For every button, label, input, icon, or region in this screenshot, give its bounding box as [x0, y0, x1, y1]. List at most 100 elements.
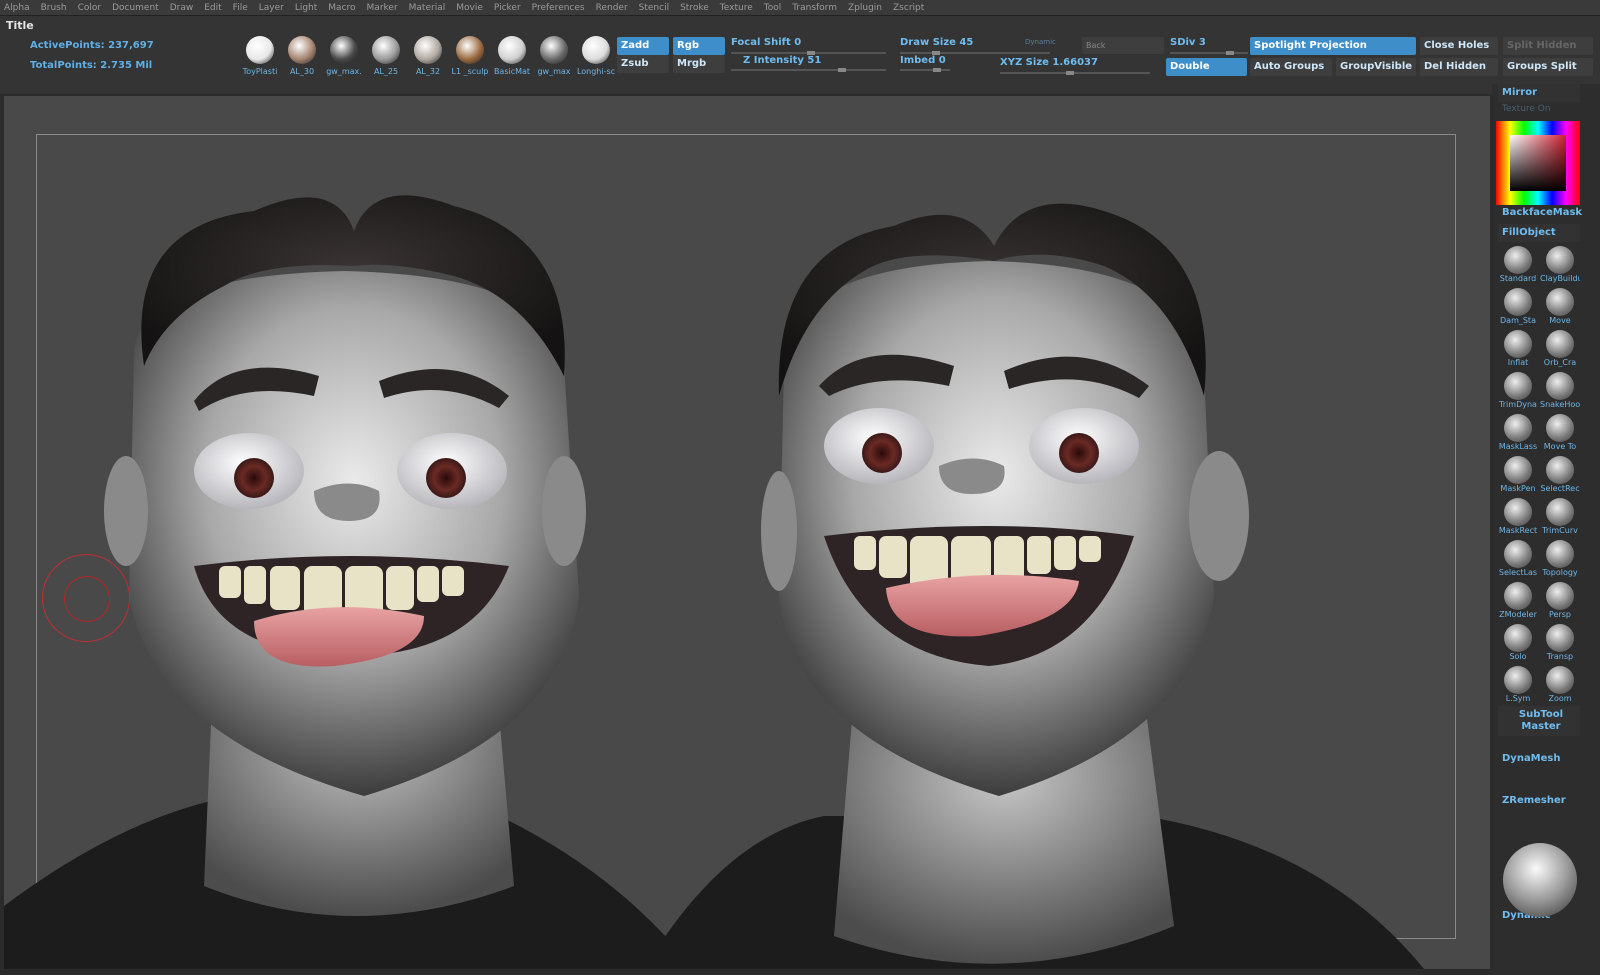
subtool-master-button[interactable]: SubTool Master	[1498, 706, 1580, 736]
brush-label: SelectRec	[1540, 484, 1580, 493]
brush-inflat[interactable]: Inflat	[1498, 330, 1538, 367]
brush-maskrect[interactable]: MaskRect	[1498, 498, 1538, 535]
menu-item-file[interactable]: File	[233, 3, 248, 13]
menu-item-movie[interactable]: Movie	[456, 3, 483, 13]
spotlight-projection-button[interactable]: Spotlight Projection	[1250, 37, 1416, 55]
brush-selectlas[interactable]: SelectLas	[1498, 540, 1538, 577]
brush-label: L.Sym	[1505, 694, 1531, 703]
menu-item-texture[interactable]: Texture	[720, 3, 753, 13]
del-hidden-button[interactable]: Del Hidden	[1420, 58, 1498, 76]
double-button[interactable]: Double	[1166, 58, 1247, 76]
group-visible-button[interactable]: GroupVisible	[1336, 58, 1416, 76]
mrgb-button[interactable]: Mrgb	[673, 55, 725, 73]
close-holes-button[interactable]: Close Holes	[1420, 37, 1498, 55]
brush-icon	[1504, 330, 1532, 358]
brush-persp[interactable]: Persp	[1540, 582, 1580, 619]
menu-item-preferences[interactable]: Preferences	[532, 3, 585, 13]
brush-label: SelectLas	[1498, 568, 1538, 577]
menu-item-light[interactable]: Light	[295, 3, 317, 13]
menu-item-marker[interactable]: Marker	[367, 3, 398, 13]
material-swatch[interactable]: AL_30	[282, 36, 322, 76]
menu-item-document[interactable]: Document	[112, 3, 159, 13]
brush-topology[interactable]: Topology	[1540, 540, 1580, 577]
brush-cursor	[42, 554, 130, 642]
menu-item-render[interactable]: Render	[596, 3, 628, 13]
sdiv-slider[interactable]: SDiv 3	[1170, 37, 1206, 48]
dynamesh-button[interactable]: DynaMesh	[1498, 750, 1580, 768]
texture-on-button[interactable]: Texture On	[1498, 100, 1580, 118]
material-swatch[interactable]: L1 _sculp	[450, 36, 490, 76]
menu-item-transform[interactable]: Transform	[792, 3, 837, 13]
brush-masklass[interactable]: MaskLass	[1498, 414, 1538, 451]
menu-item-material[interactable]: Material	[409, 3, 446, 13]
material-swatch[interactable]: BasicMat	[492, 36, 532, 76]
menu-item-zplugin[interactable]: Zplugin	[848, 3, 882, 13]
backfacemask-button[interactable]: BackfaceMask	[1498, 204, 1582, 222]
zadd-button[interactable]: Zadd	[617, 37, 669, 55]
draw-size-slider[interactable]: Draw Size 45	[900, 37, 973, 48]
brush-dam-sta[interactable]: Dam_Sta	[1498, 288, 1538, 325]
zremesher-button[interactable]: ZRemesher	[1498, 792, 1580, 810]
back-button[interactable]: Back	[1082, 37, 1164, 54]
zsub-button[interactable]: Zsub	[617, 55, 669, 73]
brush-icon	[1546, 456, 1574, 484]
brush-zmodeler[interactable]: ZModeler	[1498, 582, 1538, 619]
brush-selectrec[interactable]: SelectRec	[1540, 456, 1580, 493]
dynamic-toggle[interactable]: Dynamic	[1025, 38, 1056, 46]
top-shelf: Title ActivePoints: 237,697 TotalPoints:…	[0, 16, 1600, 108]
menu-item-tool[interactable]: Tool	[764, 3, 781, 13]
material-label: L1 _sculp	[451, 67, 489, 76]
material-preview-sphere[interactable]	[1503, 843, 1577, 917]
brush-maskpen[interactable]: MaskPen	[1498, 456, 1538, 493]
brush-transp[interactable]: Transp	[1540, 624, 1580, 661]
material-swatch[interactable]: ToyPlasti	[240, 36, 280, 76]
brush-solo[interactable]: Solo	[1498, 624, 1538, 661]
canvas-viewport[interactable]	[4, 96, 1490, 969]
material-swatch[interactable]: AL_25	[366, 36, 406, 76]
fillobject-button[interactable]: FillObject	[1498, 224, 1580, 242]
brush-label: MaskPen	[1500, 484, 1536, 493]
material-swatch[interactable]: gw_max.	[324, 36, 364, 76]
brush-trimcurv[interactable]: TrimCurv	[1540, 498, 1580, 535]
menu-item-brush[interactable]: Brush	[41, 3, 67, 13]
brush-move-to[interactable]: Move To	[1540, 414, 1580, 451]
material-ball-icon	[582, 36, 610, 64]
material-swatch[interactable]: Longhi-sc	[576, 36, 616, 76]
brush-icon	[1546, 540, 1574, 568]
groups-split-button[interactable]: Groups Split	[1503, 58, 1593, 76]
menu-item-edit[interactable]: Edit	[204, 3, 221, 13]
menu-item-macro[interactable]: Macro	[328, 3, 355, 13]
material-swatch[interactable]: AL_32	[408, 36, 448, 76]
brush-trimdyna[interactable]: TrimDyna	[1498, 372, 1538, 409]
rgb-button[interactable]: Rgb	[673, 37, 725, 55]
menu-item-zscript[interactable]: Zscript	[893, 3, 924, 13]
menu-item-stroke[interactable]: Stroke	[680, 3, 709, 13]
brush-icon	[1546, 330, 1574, 358]
menu-item-picker[interactable]: Picker	[494, 3, 521, 13]
brush-move[interactable]: Move	[1540, 288, 1580, 325]
imbed-slider[interactable]: Imbed 0	[900, 55, 946, 66]
brush-l-sym[interactable]: L.Sym	[1498, 666, 1538, 703]
z-intensity-slider[interactable]: Z Intensity 51	[743, 55, 821, 66]
brush-standard[interactable]: Standard	[1498, 246, 1538, 283]
menu-item-alpha[interactable]: Alpha	[4, 3, 30, 13]
material-ball-icon	[498, 36, 526, 64]
brush-label: SnakeHoo	[1540, 400, 1580, 409]
menu-item-color[interactable]: Color	[78, 3, 102, 13]
split-hidden-button[interactable]: Split Hidden	[1503, 37, 1593, 55]
menu-item-draw[interactable]: Draw	[170, 3, 194, 13]
color-picker[interactable]	[1496, 121, 1580, 205]
auto-groups-button[interactable]: Auto Groups	[1250, 58, 1332, 76]
brush-label: ClayBuildu	[1540, 274, 1580, 283]
brush-label: MaskRect	[1498, 526, 1538, 535]
xyz-size-slider[interactable]: XYZ Size 1.66037	[1000, 57, 1098, 68]
material-swatch[interactable]: gw_max	[534, 36, 574, 76]
menu-item-layer[interactable]: Layer	[259, 3, 284, 13]
focal-shift-slider[interactable]: Focal Shift 0	[731, 37, 801, 48]
menu-item-stencil[interactable]: Stencil	[639, 3, 669, 13]
brush-orb-cra[interactable]: Orb_Cra	[1540, 330, 1580, 367]
brush-label: Orb_Cra	[1543, 358, 1577, 367]
brush-snakehoo[interactable]: SnakeHoo	[1540, 372, 1580, 409]
brush-claybuildu[interactable]: ClayBuildu	[1540, 246, 1580, 283]
brush-zoom[interactable]: Zoom	[1540, 666, 1580, 703]
